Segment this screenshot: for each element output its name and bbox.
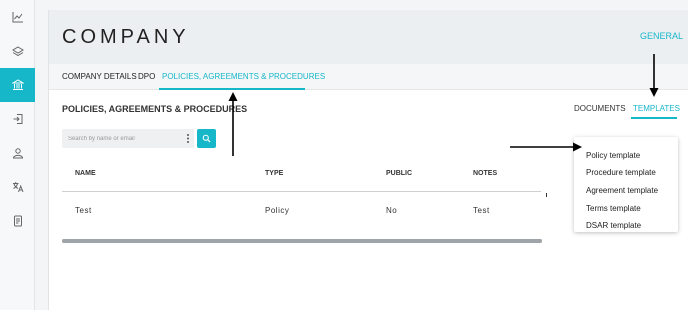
- annotation-arrowhead-right: [573, 142, 582, 152]
- annotation-arrowhead-up: [228, 92, 238, 101]
- annotation-arrows: [228, 54, 659, 156]
- annotation-arrowhead-down: [649, 88, 659, 97]
